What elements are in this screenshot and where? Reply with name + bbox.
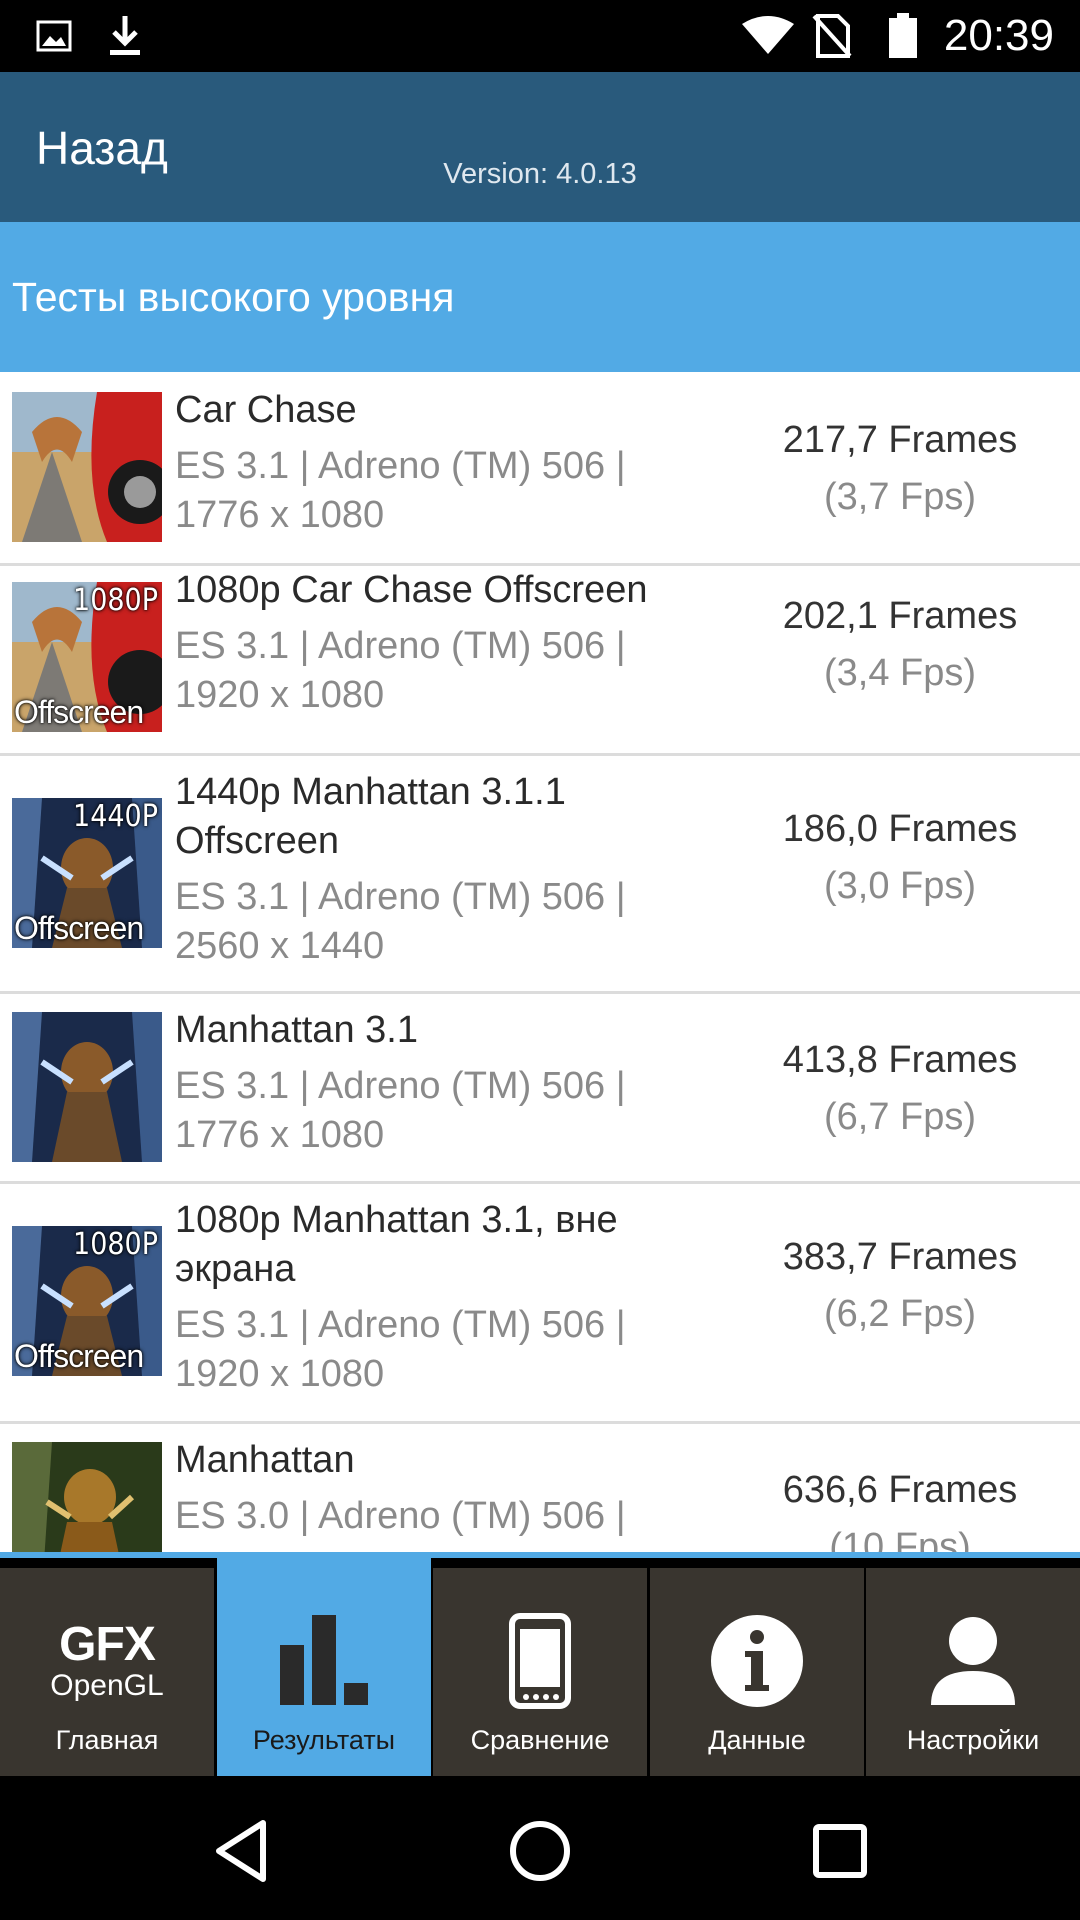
results-list[interactable]: Car Chase ES 3.1 | Adreno (TM) 506 | 177… bbox=[0, 372, 1080, 1552]
test-name-line1: 1080p Manhattan 3.1, вне bbox=[175, 1199, 618, 1241]
test-resolution: 1920 x 1080 bbox=[175, 1353, 385, 1395]
back-nav-icon[interactable] bbox=[196, 1806, 286, 1896]
test-frames: 413,8 Frames bbox=[782, 1039, 1018, 1081]
test-frames: 383,7 Frames bbox=[782, 1236, 1018, 1278]
section-header: Тесты высокого уровня bbox=[0, 222, 1080, 372]
test-api: ES 3.1 | Adreno (TM) 506 | bbox=[175, 625, 626, 667]
test-resolution: 2560 x 1440 bbox=[175, 925, 385, 967]
tab-label: Главная bbox=[55, 1725, 159, 1755]
download-icon bbox=[108, 14, 142, 58]
system-nav-bar bbox=[0, 1776, 1080, 1920]
test-frames: 202,1 Frames bbox=[782, 595, 1018, 637]
test-resolution: 1920 x 1080 bbox=[175, 674, 385, 716]
test-fps: (6,2 Fps) bbox=[823, 1293, 977, 1335]
test-name: 1080p Car Chase Offscreen bbox=[175, 569, 648, 611]
tab-compare[interactable]: Сравнение bbox=[433, 1568, 647, 1776]
bottom-tab-bar: GFX OpenGL Главная Результаты Сравнение bbox=[0, 1552, 1080, 1776]
list-item[interactable]: Car Chase ES 3.1 | Adreno (TM) 506 | 177… bbox=[0, 372, 1080, 566]
tab-bar-accent-line bbox=[0, 1552, 1080, 1558]
test-fps: (10 Fps) bbox=[829, 1526, 971, 1552]
test-fps: (3,0 Fps) bbox=[823, 865, 977, 907]
test-name-line2: экрана bbox=[175, 1248, 296, 1290]
status-bar: 20:39 bbox=[0, 0, 1080, 72]
version-label: Version: 4.0.13 bbox=[443, 158, 637, 190]
thumbnail-offscreen-tag: Offscreen bbox=[14, 1338, 144, 1374]
test-api: ES 3.0 | Adreno (TM) 506 | bbox=[175, 1495, 626, 1537]
app-header: Назад Version: 4.0.13 bbox=[0, 72, 1080, 222]
test-api: ES 3.1 | Adreno (TM) 506 | bbox=[175, 1304, 626, 1346]
test-fps: (3,4 Fps) bbox=[823, 652, 977, 694]
list-item[interactable]: 1440P Offscreen 1440p Manhattan 3.1.1 Of… bbox=[0, 756, 1080, 994]
test-fps: (3,7 Fps) bbox=[823, 476, 977, 518]
test-frames: 186,0 Frames bbox=[782, 808, 1018, 850]
test-name: Manhattan bbox=[175, 1439, 355, 1481]
test-name: Car Chase bbox=[175, 389, 357, 431]
tab-results[interactable]: Результаты bbox=[217, 1558, 431, 1776]
thumbnail-resolution-tag: 1080P bbox=[73, 1227, 158, 1262]
car-chase-thumbnail bbox=[12, 392, 162, 542]
tab-home[interactable]: GFX OpenGL Главная bbox=[0, 1568, 214, 1776]
test-api: ES 3.1 | Adreno (TM) 506 | bbox=[175, 445, 626, 487]
home-nav-icon[interactable] bbox=[495, 1806, 585, 1896]
tab-label: Сравнение bbox=[470, 1725, 610, 1755]
list-item[interactable]: Manhattan ES 3.0 | Adreno (TM) 506 | 636… bbox=[0, 1424, 1080, 1552]
test-name-line2: Offscreen bbox=[175, 820, 340, 862]
thumbnail-resolution-tag: 1080P bbox=[73, 583, 158, 618]
phone-icon bbox=[433, 1606, 647, 1716]
test-fps: (6,7 Fps) bbox=[823, 1096, 977, 1138]
test-name: Manhattan 3.1 bbox=[175, 1009, 418, 1051]
test-frames: 217,7 Frames bbox=[782, 419, 1018, 461]
thumbnail-resolution-tag: 1440P bbox=[73, 799, 158, 834]
section-title: Тесты высокого уровня bbox=[12, 274, 455, 320]
tab-data[interactable]: Данные bbox=[650, 1568, 864, 1776]
manhattan-31-thumbnail bbox=[12, 1012, 162, 1162]
wifi-icon bbox=[742, 14, 794, 58]
tab-settings[interactable]: Настройки bbox=[866, 1568, 1080, 1776]
list-item[interactable]: 1080P Offscreen 1080p Car Chase Offscree… bbox=[0, 566, 1080, 756]
no-sim-icon bbox=[812, 14, 852, 58]
test-resolution: 1776 x 1080 bbox=[175, 1114, 385, 1156]
logo-gfx-text: GFX bbox=[59, 1618, 156, 1671]
test-api: ES 3.1 | Adreno (TM) 506 | bbox=[175, 876, 626, 918]
bar-chart-icon bbox=[217, 1604, 431, 1714]
tab-label: Результаты bbox=[252, 1725, 396, 1755]
test-resolution: 1776 x 1080 bbox=[175, 494, 385, 536]
test-frames: 636,6 Frames bbox=[782, 1469, 1018, 1511]
list-item[interactable]: Manhattan 3.1 ES 3.1 | Adreno (TM) 506 |… bbox=[0, 994, 1080, 1184]
test-api: ES 3.1 | Adreno (TM) 506 | bbox=[175, 1065, 626, 1107]
battery-icon bbox=[888, 13, 918, 58]
image-icon bbox=[36, 14, 72, 58]
manhattan-offscreen-thumbnail: 1080P Offscreen bbox=[12, 1226, 162, 1376]
logo-opengl-text: OpenGL bbox=[50, 1669, 164, 1702]
tab-label: Данные bbox=[708, 1725, 806, 1755]
test-name-line1: 1440p Manhattan 3.1.1 bbox=[175, 771, 566, 813]
manhattan-thumbnail bbox=[12, 1442, 162, 1552]
tab-label: Настройки bbox=[906, 1725, 1040, 1755]
manhattan-offscreen-thumbnail: 1440P Offscreen bbox=[12, 798, 162, 948]
car-chase-offscreen-thumbnail: 1080P Offscreen bbox=[12, 582, 162, 732]
thumbnail-offscreen-tag: Offscreen bbox=[14, 910, 144, 946]
recents-nav-icon[interactable] bbox=[795, 1806, 885, 1896]
info-icon bbox=[650, 1606, 864, 1716]
list-item[interactable]: 1080P Offscreen 1080p Manhattan 3.1, вне… bbox=[0, 1184, 1080, 1424]
thumbnail-offscreen-tag: Offscreen bbox=[14, 694, 144, 730]
gfx-opengl-logo: GFX OpenGL bbox=[0, 1606, 214, 1716]
user-icon bbox=[866, 1606, 1080, 1716]
clock: 20:39 bbox=[943, 11, 1054, 60]
